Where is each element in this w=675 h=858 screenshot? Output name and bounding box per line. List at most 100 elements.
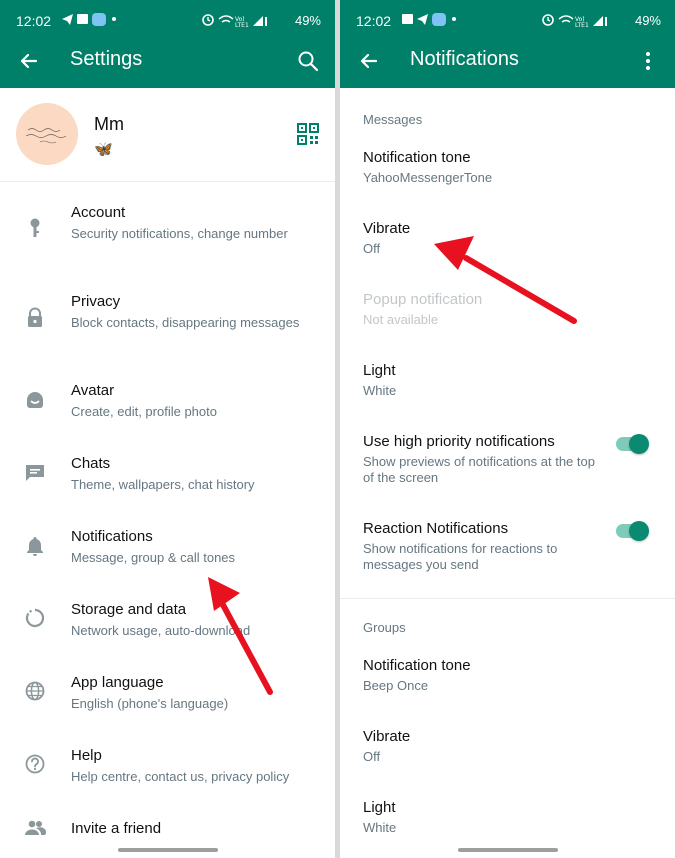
back-button[interactable] — [14, 46, 44, 76]
profile-about: 🦋 — [94, 141, 113, 158]
notifications-screen: 12:02 Vo) LTE1 49% Notifications Message… — [340, 0, 675, 858]
reaction-notifications-toggle[interactable] — [616, 520, 649, 541]
status-right: Vo) LTE1 49% — [201, 11, 321, 29]
messages-reaction-notifications[interactable]: Reaction Notifications Show notification… — [340, 513, 675, 589]
setting-value: White — [363, 383, 397, 398]
setting-description: Show notifications for reactions to mess… — [363, 541, 558, 572]
setting-title: Light — [363, 799, 396, 816]
toggle-knob — [629, 521, 649, 541]
section-divider — [340, 598, 675, 599]
settings-item-subtitle: English (phone's language) — [71, 696, 229, 711]
avatar[interactable] — [16, 103, 78, 165]
people-icon — [25, 820, 46, 835]
storage-icon — [25, 608, 45, 628]
settings-screen: 12:02 Vo) LTE1 49% Settings Mm 🦋 Account… — [0, 0, 335, 858]
app-bar: 12:02 Vo) LTE1 49% — [340, 0, 675, 88]
setting-title: Use high priority notifications — [363, 433, 555, 450]
settings-item-account[interactable]: Account Security notifications, change n… — [0, 195, 335, 273]
status-system-icons: Vo) LTE1 — [542, 14, 607, 28]
status-right: Vo) LTE1 49% — [541, 11, 661, 29]
settings-item-title: Account — [71, 204, 126, 221]
page-title: Notifications — [410, 48, 519, 70]
settings-item-subtitle: Message, group & call tones — [71, 550, 236, 565]
home-indicator — [118, 848, 218, 852]
settings-item-subtitle: Security notifications, change number — [71, 226, 288, 241]
setting-value: White — [363, 820, 397, 835]
settings-item-chats[interactable]: Chats Theme, wallpapers, chat history — [0, 446, 335, 508]
messages-light[interactable]: Light White — [340, 355, 675, 415]
settings-item-app-language[interactable]: App language English (phone's language) — [0, 665, 335, 727]
setting-title: Vibrate — [363, 220, 411, 237]
status-time: 12:02 — [16, 13, 52, 29]
settings-item-subtitle: Network usage, auto-download — [71, 623, 251, 638]
messages-popup-notification: Popup notification Not available — [340, 284, 675, 344]
svg-text:LTE1: LTE1 — [575, 22, 589, 28]
settings-item-storage[interactable]: Storage and data Network usage, auto-dow… — [0, 592, 335, 654]
setting-value: YahooMessengerTone — [363, 170, 493, 185]
messages-vibrate[interactable]: Vibrate Off — [340, 213, 675, 273]
setting-value: Off — [363, 241, 381, 256]
back-arrow-icon — [20, 53, 38, 69]
back-button[interactable] — [354, 46, 384, 76]
groups-light[interactable]: Light White — [340, 792, 675, 848]
globe-icon — [25, 681, 45, 701]
battery-percent: 49% — [634, 13, 661, 28]
setting-title: Notification tone — [363, 149, 471, 166]
status-notification-icons — [402, 13, 456, 26]
setting-value: Not available — [363, 312, 439, 327]
groups-vibrate[interactable]: Vibrate Off — [340, 721, 675, 781]
status-bar: 12:02 Vo) LTE1 49% — [340, 0, 675, 42]
bell-icon — [27, 537, 43, 556]
status-bar: 12:02 Vo) LTE1 49% — [0, 0, 335, 42]
settings-item-title: Storage and data — [71, 601, 187, 618]
avatar-face-icon — [27, 392, 43, 408]
settings-item-title: Invite a friend — [71, 820, 162, 837]
search-icon — [298, 51, 319, 72]
battery-percent: 49% — [294, 13, 321, 28]
key-icon — [30, 218, 40, 237]
section-header-messages: Messages — [363, 112, 423, 127]
settings-item-help[interactable]: Help Help centre, contact us, privacy po… — [0, 738, 335, 800]
setting-description: Show previews of notifications at the to… — [363, 454, 595, 485]
setting-title: Vibrate — [363, 728, 411, 745]
back-arrow-icon — [360, 53, 378, 69]
messages-high-priority[interactable]: Use high priority notifications Show pre… — [340, 426, 675, 502]
chat-icon — [26, 465, 44, 481]
setting-title: Notification tone — [363, 657, 471, 674]
search-button[interactable] — [293, 46, 323, 76]
avatar-handwriting-image — [26, 128, 67, 144]
toggle-knob — [629, 434, 649, 454]
settings-item-invite-friend[interactable]: Invite a friend — [0, 811, 335, 851]
more-vertical-icon — [646, 52, 650, 70]
settings-item-notifications[interactable]: Notifications Message, group & call tone… — [0, 519, 335, 581]
settings-item-avatar[interactable]: Avatar Create, edit, profile photo — [0, 373, 335, 435]
settings-item-title: Avatar — [71, 382, 115, 399]
status-system-icons: Vo) LTE1 — [202, 14, 267, 28]
setting-title: Reaction Notifications — [363, 520, 509, 537]
setting-value: Beep Once — [363, 678, 429, 693]
qr-code-icon — [297, 123, 319, 145]
settings-item-subtitle: Help centre, contact us, privacy policy — [71, 769, 290, 784]
setting-title: Light — [363, 362, 396, 379]
svg-text:LTE1: LTE1 — [235, 22, 249, 28]
overflow-menu-button[interactable] — [633, 46, 663, 76]
qr-code-button[interactable] — [296, 122, 320, 146]
settings-item-title: App language — [71, 674, 164, 691]
lock-icon — [28, 307, 42, 327]
high-priority-toggle[interactable] — [616, 433, 649, 454]
settings-item-privacy[interactable]: Privacy Block contacts, disappearing mes… — [0, 284, 335, 362]
help-icon — [25, 754, 45, 774]
profile-row[interactable]: Mm 🦋 — [0, 88, 335, 182]
settings-item-title: Help — [71, 747, 102, 764]
messages-notification-tone[interactable]: Notification tone YahooMessengerTone — [340, 142, 675, 202]
groups-notification-tone[interactable]: Notification tone Beep Once — [340, 650, 675, 710]
status-time: 12:02 — [356, 13, 392, 29]
profile-name: Mm — [94, 114, 124, 134]
home-indicator — [458, 848, 558, 852]
settings-item-title: Notifications — [71, 528, 153, 545]
settings-item-title: Chats — [71, 455, 111, 472]
settings-item-subtitle: Block contacts, disappearing messages — [71, 315, 300, 330]
setting-title: Popup notification — [363, 291, 483, 308]
setting-value: Off — [363, 749, 381, 764]
status-notification-icons — [62, 13, 116, 26]
